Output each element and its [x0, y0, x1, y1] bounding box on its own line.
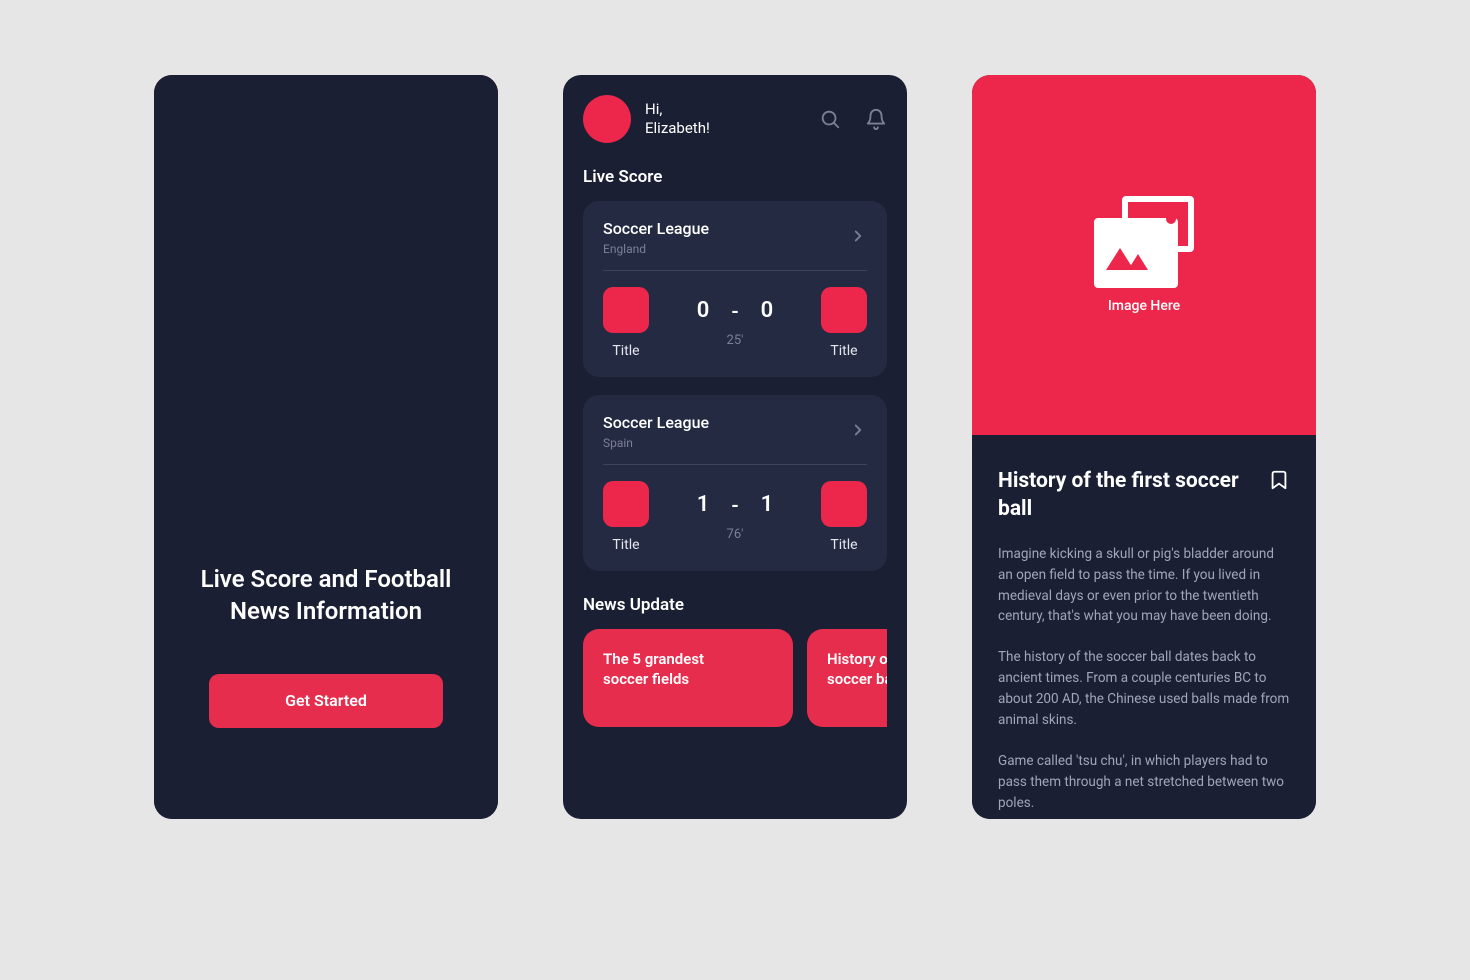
match-card[interactable]: Soccer League England Title 0: [583, 201, 887, 377]
bookmark-icon[interactable]: [1268, 467, 1290, 497]
score-text: 1 - 1: [697, 492, 774, 517]
article-screen: Image Here History of the first soccer b…: [972, 75, 1316, 819]
match-card[interactable]: Soccer League Spain Title 1: [583, 395, 887, 571]
league-name: Soccer League: [603, 219, 849, 238]
chevron-right-icon[interactable]: [849, 227, 867, 249]
image-placeholder-icon: Image Here: [1094, 196, 1194, 314]
article-title: History of the first soccer ball: [998, 467, 1254, 524]
news-card[interactable]: History of the first soccer ball: [807, 629, 887, 727]
away-team: Title: [821, 481, 867, 553]
home-team: Title: [603, 481, 649, 553]
article-hero: Image Here: [972, 75, 1316, 435]
bell-icon[interactable]: [865, 108, 887, 130]
onboarding-headline: Live Score and Football News Information: [184, 563, 468, 628]
team-badge: [821, 287, 867, 333]
home-header: Hi, Elizabeth!: [583, 95, 887, 143]
away-team: Title: [821, 287, 867, 359]
greeting-text: Hi, Elizabeth!: [645, 100, 805, 139]
chevron-right-icon[interactable]: [849, 421, 867, 443]
article-sheet: History of the first soccer ball Imagine…: [972, 435, 1316, 819]
score-text: 0 - 0: [697, 298, 774, 323]
match-minute: 25': [727, 333, 744, 348]
team-badge: [603, 481, 649, 527]
news-update-heading: News Update: [583, 595, 887, 615]
onboarding-screen: Image Here Live Score and Football News …: [154, 75, 498, 819]
news-carousel[interactable]: The 5 grandest soccer fields History of …: [583, 629, 887, 727]
country-name: Spain: [603, 436, 849, 450]
home-team: Title: [603, 287, 649, 359]
get-started-button[interactable]: Get Started: [209, 674, 443, 728]
onboarding-panel: Live Score and Football News Information…: [154, 509, 498, 819]
avatar[interactable]: [583, 95, 631, 143]
image-placeholder-label: Image Here: [1108, 298, 1180, 314]
match-minute: 76': [727, 527, 744, 542]
team-badge: [603, 287, 649, 333]
team-badge: [821, 481, 867, 527]
home-screen: Hi, Elizabeth! Live Score Soccer League …: [563, 75, 907, 819]
league-name: Soccer League: [603, 413, 849, 432]
live-score-heading: Live Score: [583, 167, 887, 187]
news-card[interactable]: The 5 grandest soccer fields: [583, 629, 793, 727]
hero-area: Image Here: [154, 75, 498, 555]
article-body: Imagine kicking a skull or pig's bladder…: [998, 544, 1290, 814]
search-icon[interactable]: [819, 108, 841, 130]
country-name: England: [603, 242, 849, 256]
